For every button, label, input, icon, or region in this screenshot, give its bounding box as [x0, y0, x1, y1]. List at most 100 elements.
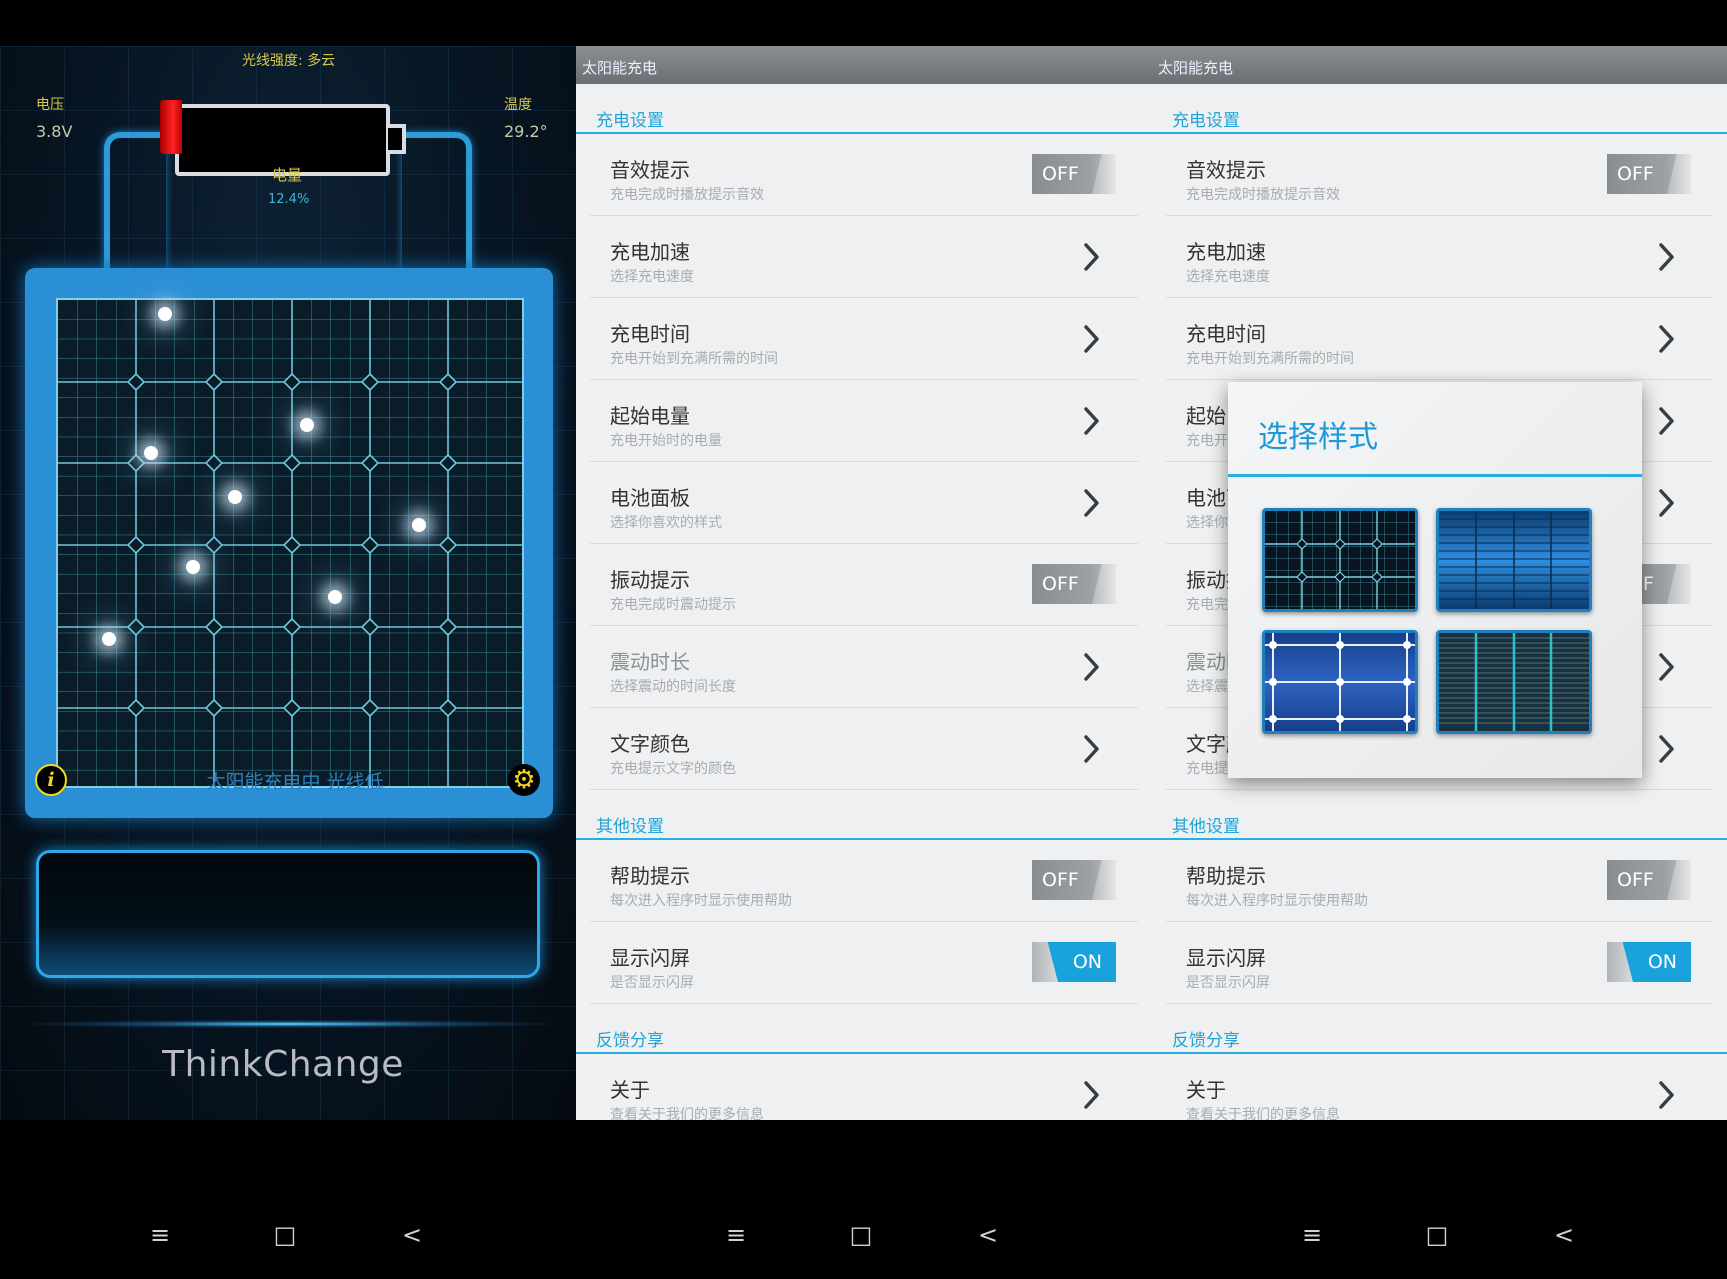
toggle-state: OFF — [1042, 573, 1079, 595]
settings-row[interactable]: 音效提示 充电完成时播放提示音效 OFF — [590, 134, 1138, 216]
settings-row[interactable]: 关于 查看关于我们的更多信息 — [1166, 1054, 1713, 1120]
chevron-right-icon — [1659, 1081, 1674, 1109]
temperature-value: 29.2° — [504, 122, 548, 141]
back-icon[interactable]: < — [392, 1215, 432, 1255]
row-subtitle: 选择充电速度 — [610, 269, 694, 285]
toggle-state: OFF — [1042, 869, 1079, 891]
toggle-switch[interactable]: OFF — [1607, 860, 1691, 900]
settings-row[interactable]: 帮助提示 每次进入程序时显示使用帮助 OFF — [590, 840, 1138, 922]
light-particle — [300, 418, 314, 432]
light-particle — [102, 632, 116, 646]
settings-row[interactable]: 音效提示 充电完成时播放提示音效 OFF — [1166, 134, 1713, 216]
row-title: 起始电量 — [610, 404, 690, 428]
row-title: 充电加速 — [1186, 240, 1266, 264]
panel-style-option-grid[interactable] — [1262, 508, 1418, 612]
toggle-switch[interactable]: OFF — [1032, 154, 1116, 194]
row-subtitle: 充电开始到充满所需的时间 — [1186, 351, 1354, 367]
toggle-switch[interactable]: ON — [1607, 942, 1691, 982]
panel-style-option-stripes[interactable] — [1436, 508, 1592, 612]
settings-row[interactable]: 显示闪屏 是否显示闪屏 ON — [1166, 922, 1713, 1004]
toggle-switch[interactable]: ON — [1032, 942, 1116, 982]
section-feedback: 反馈分享 — [1152, 1004, 1727, 1054]
panel-style-option-busbar[interactable] — [1262, 630, 1418, 734]
section-charge-settings: 充电设置 — [576, 84, 1152, 134]
battery-charge-level — [160, 100, 182, 154]
settings-row[interactable]: 振动提示充电完成时震动提示 OFF — [590, 544, 1138, 626]
chevron-right-icon — [1084, 325, 1099, 353]
row-title: 音效提示 — [1186, 158, 1266, 182]
chevron-right-icon — [1084, 243, 1099, 271]
app-title: 太阳能充电 — [1152, 46, 1727, 84]
row-subtitle: 每次进入程序时显示使用帮助 — [1186, 893, 1368, 909]
row-title: 电池面板 — [610, 486, 690, 510]
charge-label: 电量 — [272, 166, 303, 184]
row-subtitle: 充电提示文字的颜色 — [610, 761, 736, 777]
charge-value: 12.4% — [268, 192, 310, 207]
settings-row[interactable]: 震动时长选择震动的时间长度 — [590, 626, 1138, 708]
status-display-box — [36, 850, 540, 978]
menu-icon[interactable]: ≡ — [1292, 1215, 1332, 1255]
panel-style-option-mono[interactable] — [1436, 630, 1592, 734]
settings-row[interactable]: 帮助提示每次进入程序时显示使用帮助 OFF — [1166, 840, 1713, 922]
wire-right — [402, 132, 472, 272]
light-particle — [144, 446, 158, 460]
chevron-right-icon — [1084, 735, 1099, 763]
chevron-right-icon — [1659, 407, 1674, 435]
settings-row[interactable]: 起始电量充电开始时的电量 — [590, 380, 1138, 462]
settings-row[interactable]: 显示闪屏 是否显示闪屏 ON — [590, 922, 1138, 1004]
row-title: 音效提示 — [610, 158, 690, 182]
row-title: 帮助提示 — [1186, 864, 1266, 888]
row-title: 震动时长 — [610, 650, 690, 674]
chevron-right-icon — [1659, 325, 1674, 353]
row-title: 振动提示 — [610, 568, 690, 592]
nav-bar: ≡ □ < — [1152, 1215, 1727, 1279]
row-subtitle: 充电完成时震动提示 — [610, 597, 736, 613]
chevron-right-icon — [1659, 735, 1674, 763]
chevron-right-icon — [1084, 1081, 1099, 1109]
toggle-state: OFF — [1617, 163, 1654, 185]
settings-row[interactable]: 充电加速 选择充电速度 — [1166, 216, 1713, 298]
row-title: 充电时间 — [1186, 322, 1266, 346]
toggle-switch[interactable]: OFF — [1607, 154, 1691, 194]
brand-glow-line — [30, 1020, 550, 1028]
voltage-label: 电压 — [36, 97, 64, 113]
chevron-right-icon — [1659, 489, 1674, 517]
nav-bar: ≡ □ < — [0, 1215, 576, 1279]
settings-row[interactable]: 关于 查看关于我们的更多信息 — [590, 1054, 1138, 1120]
info-icon[interactable]: i — [35, 764, 67, 796]
charging-screen: 光线强度: 多云 电压 3.8V 温度 29.2° 电量 12.4% 太阳能充电… — [0, 0, 576, 1279]
row-subtitle: 选择震动的时间长度 — [610, 679, 736, 695]
toggle-state: OFF — [1042, 163, 1079, 185]
section-charge-settings: 充电设置 — [1152, 84, 1727, 134]
app-title: 太阳能充电 — [576, 46, 1152, 84]
settings-row[interactable]: 充电加速 选择充电速度 — [590, 216, 1138, 298]
settings-row[interactable]: 充电时间充电开始到充满所需的时间 — [1166, 298, 1713, 380]
light-particle — [186, 560, 200, 574]
gear-icon[interactable]: ⚙ — [508, 764, 540, 796]
toggle-switch[interactable]: OFF — [1032, 860, 1116, 900]
menu-icon[interactable]: ≡ — [140, 1215, 180, 1255]
solar-panel-grid — [56, 298, 524, 788]
temperature-label: 温度 — [504, 97, 532, 113]
settings-row[interactable]: 充电时间 充电开始到充满所需的时间 — [590, 298, 1138, 380]
toggle-switch[interactable]: OFF — [1032, 564, 1116, 604]
style-picker-dialog: 选择样式 — [1228, 382, 1642, 778]
row-subtitle: 每次进入程序时显示使用帮助 — [610, 893, 792, 909]
settings-row[interactable]: 电池面板选择你喜欢的样式 — [590, 462, 1138, 544]
row-subtitle: 是否显示闪屏 — [610, 975, 694, 991]
menu-icon[interactable]: ≡ — [716, 1215, 756, 1255]
settings-list: 太阳能充电 充电设置 音效提示 充电完成时播放提示音效 OFF 充电加速 选择充电速度充… — [576, 46, 1152, 1120]
row-subtitle: 查看关于我们的更多信息 — [1186, 1107, 1340, 1120]
home-icon[interactable]: □ — [265, 1215, 305, 1255]
light-particle — [158, 307, 172, 321]
row-subtitle: 选择你喜欢的样式 — [610, 515, 722, 531]
back-icon[interactable]: < — [1544, 1215, 1584, 1255]
back-icon[interactable]: < — [968, 1215, 1008, 1255]
light-intensity-label: 光线强度: 多云 — [242, 53, 336, 69]
home-icon[interactable]: □ — [1417, 1215, 1457, 1255]
home-icon[interactable]: □ — [841, 1215, 881, 1255]
settings-row[interactable]: 文字颜色充电提示文字的颜色 — [590, 708, 1138, 790]
row-subtitle: 充电开始到充满所需的时间 — [610, 351, 778, 367]
section-feedback: 反馈分享 — [576, 1004, 1152, 1054]
row-title: 关于 — [610, 1078, 650, 1102]
